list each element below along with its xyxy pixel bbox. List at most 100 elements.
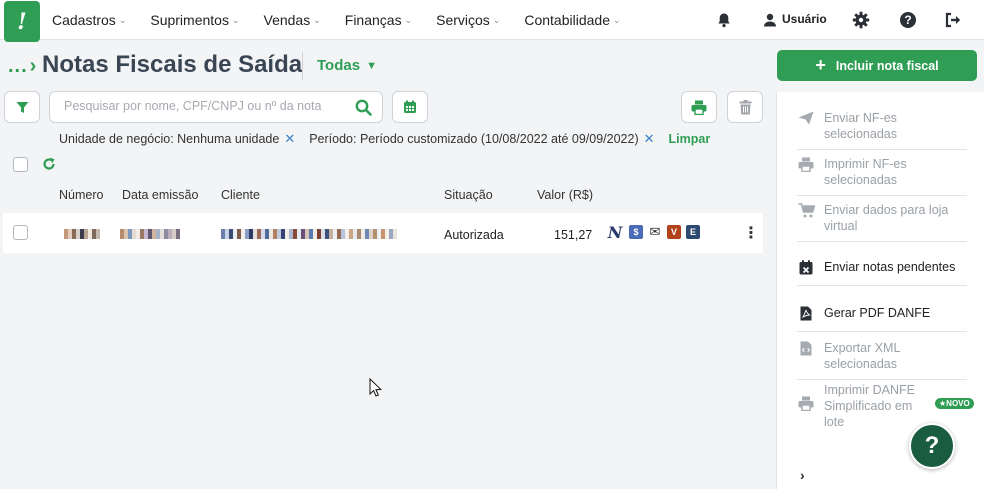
action-label: Imprimir DANFE Simplificado em lote [824,383,915,429]
action-label: Enviar notas pendentes [824,259,956,274]
calendar-icon [404,100,416,113]
title-divider [302,52,303,80]
envelope-icon[interactable]: ✉ [648,224,662,239]
row-status-badges: N $ ✉ V E [606,223,705,242]
active-filters: Unidade de negócio: Nenhuma unidade ✕ Per… [59,131,710,147]
delete-button[interactable] [727,91,763,123]
cart-icon [797,203,815,218]
clear-filters-link[interactable]: Limpar [669,132,711,146]
actions-panel: Enviar NF-es selecionadas Imprimir NF-es… [776,92,984,489]
action-export-xml[interactable]: Exportar XML selecionadas [797,340,967,380]
action-label: Exportar XML selecionadas [824,341,900,371]
status-filter-dropdown[interactable]: Todas ▼ [317,57,377,74]
action-label: Imprimir NF-es selecionadas [824,157,907,187]
collapse-panel-icon[interactable]: › [800,467,805,483]
breadcrumb-ellipsis: ... [8,55,28,77]
search-icon[interactable] [355,99,372,116]
main-menu: Cadastros ⌄ Suprimentos ⌄ Vendas ⌄ Finanças… [52,0,645,40]
menu-label: Finanças [344,12,402,28]
plus-icon: + [815,55,826,75]
chevron-down-icon: ⌄ [118,14,127,25]
date-range-button[interactable] [392,91,428,123]
chevron-down-icon: ⌄ [612,14,621,25]
menu-label: Serviços [436,12,490,28]
search-box [49,91,383,123]
menu-suprimentos[interactable]: Suprimentos ⌄ [150,12,239,28]
print-button[interactable] [681,91,717,123]
menu-cadastros[interactable]: Cadastros ⌄ [52,12,126,28]
action-generate-pdf[interactable]: Gerar PDF DANFE [797,294,967,332]
filter-chip-period: Período: Período customizado (10/08/2022… [309,131,654,147]
row-checkbox[interactable] [13,225,28,240]
menu-contabilidade[interactable]: Contabilidade ⌄ [524,12,620,28]
code-file-icon [797,341,815,356]
add-invoice-label: Incluir nota fiscal [835,58,939,73]
gear-icon[interactable] [851,10,871,30]
action-send-pending[interactable]: Enviar notas pendentes [797,248,967,286]
sales-order-badge-icon[interactable]: V [667,225,681,239]
search-input[interactable] [64,99,344,113]
add-invoice-button[interactable]: + Incluir nota fiscal [777,50,977,81]
user-name[interactable]: Usuário [782,12,827,26]
trash-icon [739,99,751,114]
row-valor: 151,27 [554,228,593,242]
filter-chip-label: Unidade de negócio: Nenhuma unidade [59,132,280,146]
mouse-pointer-icon [369,377,382,400]
remove-filter-icon[interactable]: ✕ [644,131,655,147]
funnel-icon [16,101,28,113]
top-navbar: ! Cadastros ⌄ Suprimentos ⌄ Vendas ⌄ Finanç… [0,0,984,42]
logout-icon[interactable] [944,10,964,30]
send-icon [797,111,815,125]
bell-icon[interactable] [714,10,734,30]
action-print-nfes[interactable]: Imprimir NF-es selecionadas [797,156,967,196]
calendar-x-icon [797,259,815,275]
breadcrumb[interactable]: ... › [8,55,37,78]
menu-financas[interactable]: Finanças ⌄ [345,12,412,28]
chevron-right-icon: › [29,55,38,77]
refresh-icon[interactable] [42,157,56,174]
printer-icon [797,396,815,411]
status-filter-value: Todas [317,57,361,74]
redacted-data-emissao [120,229,180,239]
action-label: Gerar PDF DANFE [824,305,931,320]
row-actions-menu-icon[interactable]: ⋮ [743,226,759,242]
nfe-logo-icon[interactable]: N [606,223,624,242]
menu-vendas[interactable]: Vendas ⌄ [264,12,321,28]
help-circle-icon[interactable]: ? [898,10,918,30]
printer-icon [691,100,707,115]
page-title: Notas Fiscais de Saída [42,51,303,78]
menu-label: Suprimentos [150,12,229,28]
app-logo[interactable]: ! [4,1,40,42]
caret-down-icon: ▼ [366,59,377,72]
column-header-valor[interactable]: Valor (R$) [537,188,593,202]
select-all-checkbox[interactable] [13,157,28,172]
filter-chip-label: Período: Período customizado (10/08/2022… [309,132,639,146]
column-header-cliente[interactable]: Cliente [221,188,260,202]
action-send-nfes[interactable]: Enviar NF-es selecionadas [797,110,967,150]
svg-text:?: ? [904,13,911,27]
pdf-file-icon [797,306,815,321]
user-icon[interactable] [760,10,780,30]
chevron-down-icon: ⌄ [492,14,501,25]
column-header-data-emissao[interactable]: Data emissão [122,188,198,202]
menu-label: Contabilidade [524,12,610,28]
new-badge-label: NOVO [946,399,970,408]
action-send-store-data[interactable]: Enviar dados para loja virtual [797,202,967,242]
e-badge-icon[interactable]: E [686,225,700,239]
help-button[interactable]: ? [909,423,955,469]
menu-label: Cadastros [52,12,116,28]
redacted-cliente [221,229,397,239]
redacted-numero [64,229,100,239]
filter-button[interactable] [4,91,40,123]
action-label: Enviar NF-es selecionadas [824,111,897,141]
remove-filter-icon[interactable]: ✕ [284,131,295,147]
action-label: Enviar dados para loja virtual [824,203,949,233]
row-situacao: Autorizada [444,228,504,242]
chevron-down-icon: ⌄ [404,14,413,25]
column-header-situacao[interactable]: Situação [444,188,493,202]
payment-badge-icon[interactable]: $ [629,225,643,239]
filter-chip-business-unit: Unidade de negócio: Nenhuma unidade ✕ [59,131,295,147]
chevron-down-icon: ⌄ [231,14,240,25]
menu-servicos[interactable]: Serviços ⌄ [436,12,500,28]
column-header-numero[interactable]: Número [59,188,103,202]
